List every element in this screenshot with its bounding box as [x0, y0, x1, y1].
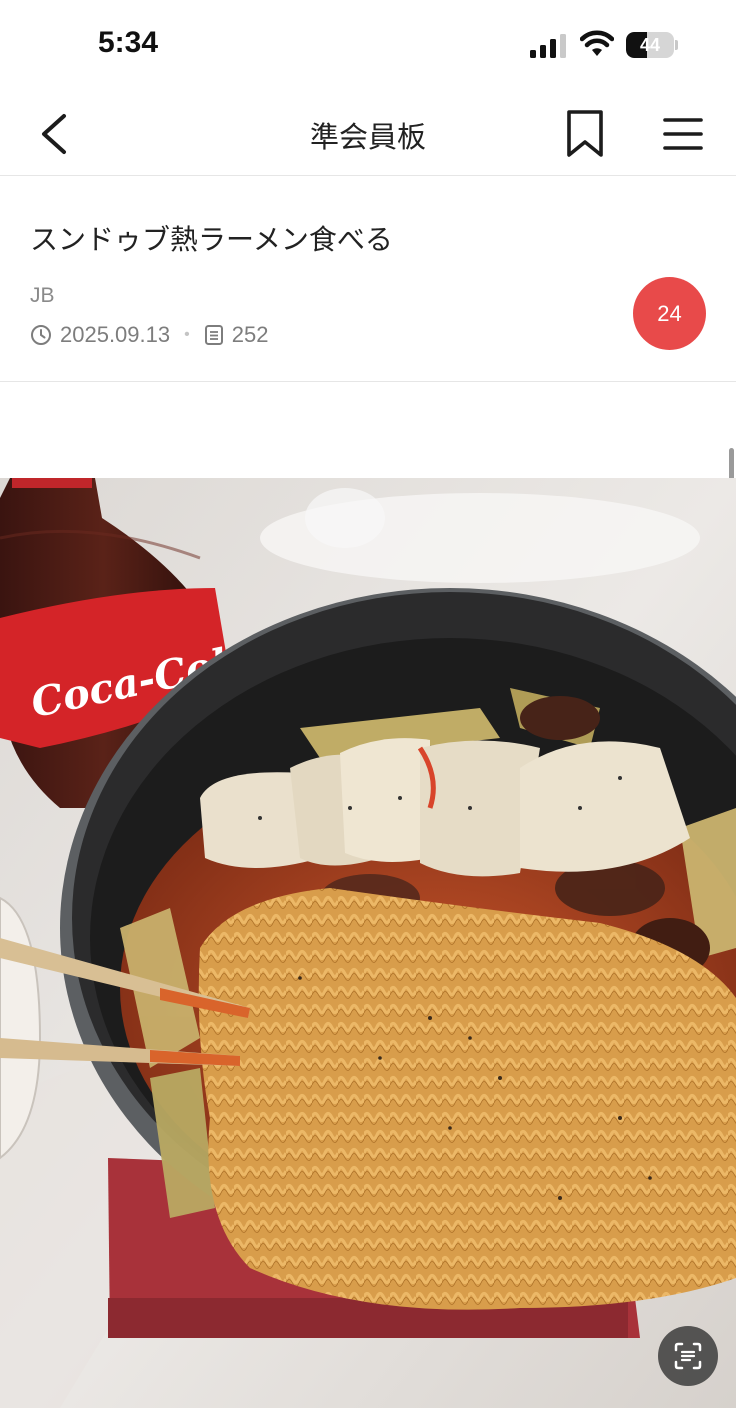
live-text-scan-button[interactable]	[658, 1326, 718, 1386]
post-author[interactable]: JB	[30, 284, 55, 308]
bookmark-button[interactable]	[560, 106, 610, 162]
board-title: 準会員板	[309, 120, 426, 154]
meta-separator: •	[184, 326, 190, 343]
bookmark-icon	[567, 110, 603, 157]
scan-text-icon	[674, 1342, 702, 1370]
wifi-icon	[580, 30, 614, 56]
post-meta: 2025.09.13 • 252	[30, 320, 268, 350]
post-title: スンドゥブ熱ラーメン食べる	[30, 223, 393, 256]
battery-level: 44	[639, 35, 661, 55]
battery-indicator: 44	[626, 32, 678, 58]
post-header: スンドゥブ熱ラーメン食べる JB 2025.09.13 • 252 24	[0, 176, 736, 382]
document-icon	[204, 325, 223, 345]
menu-button[interactable]	[656, 110, 710, 158]
status-time: 5:34	[98, 26, 159, 59]
status-bar: 5:34 44	[0, 0, 736, 92]
cellular-signal-icon	[530, 34, 566, 58]
comment-count-badge[interactable]: 24	[633, 277, 706, 350]
hamburger-menu-icon	[663, 118, 703, 150]
clock-icon	[31, 325, 51, 345]
post-view-count: 252	[231, 322, 269, 347]
post-date: 2025.09.13	[60, 322, 171, 347]
post-photo[interactable]: Coca-Cola	[0, 478, 736, 1408]
navigation-bar: 準会員板	[0, 92, 736, 176]
